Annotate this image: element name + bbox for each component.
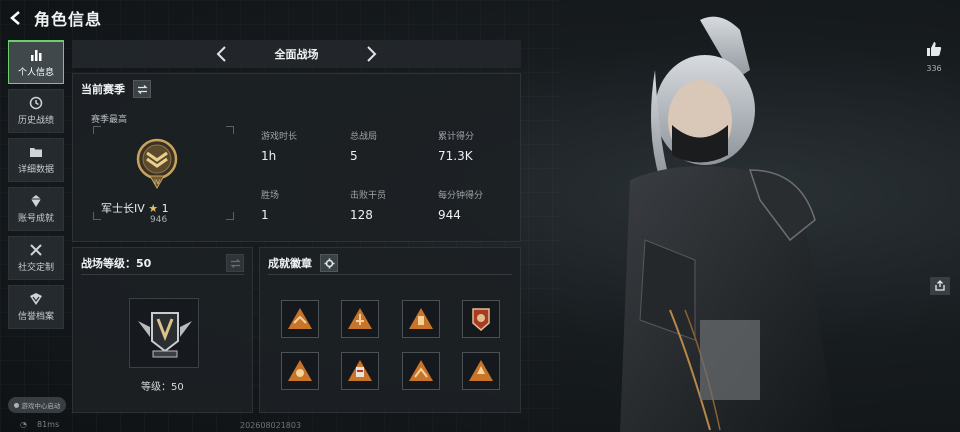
badge-7-icon — [409, 360, 433, 381]
tools-icon — [30, 244, 42, 256]
svg-text:IV: IV — [154, 179, 161, 186]
season-title: 当前赛季 — [81, 83, 125, 96]
sidebar-item-details[interactable]: 详细数据 — [8, 138, 64, 182]
character-portrait — [620, 16, 835, 432]
badge-4-icon — [472, 308, 490, 331]
share-icon — [935, 280, 945, 291]
gear-icon — [324, 258, 334, 268]
achievement-badge[interactable] — [281, 300, 319, 338]
reputation-icon — [30, 293, 42, 305]
achievement-badge[interactable] — [341, 352, 379, 390]
rank-points: 946 — [150, 215, 168, 225]
wifi-icon: ◔ — [20, 420, 27, 429]
level-switch-button[interactable] — [226, 254, 244, 272]
rank-emblem-icon: IV — [136, 138, 178, 189]
level-emblem-icon — [138, 312, 192, 358]
rank-stars: 1 — [161, 202, 169, 215]
achievements-panel: 成就徽章 — [259, 247, 521, 413]
level-title: 战场等级：50 — [81, 257, 152, 270]
sidebar-item-label: 详细数据 — [17, 165, 54, 175]
sidebar-item-label: 社交定制 — [17, 263, 54, 273]
swap-icon — [136, 84, 148, 94]
achievement-badge[interactable] — [281, 352, 319, 390]
achievements-title: 成就徽章 — [268, 257, 312, 270]
badge-2-icon — [348, 308, 372, 329]
thumbs-up-icon — [927, 42, 942, 56]
sidebar-item-reputation[interactable]: 信誉档案 — [8, 285, 64, 329]
game-center-label: 游戏中心启动 — [21, 402, 61, 410]
achievements-settings-button[interactable] — [320, 254, 338, 272]
achievement-badge[interactable] — [462, 300, 500, 338]
badge-6-icon — [348, 360, 372, 381]
mode-label: 全面战场 — [274, 48, 319, 61]
swap-icon — [229, 258, 241, 268]
history-icon — [29, 96, 43, 110]
badge-5-icon — [288, 360, 312, 381]
season-panel: 当前赛季 赛季最高 IV 军士长IV ★ 1 946 游戏时长 1h 总战局 5… — [72, 73, 521, 242]
level-panel: 战场等级：50 等级：50 — [72, 247, 253, 413]
game-center-icon: ● — [13, 401, 20, 409]
stat-total-score: 累计得分 71.3K — [438, 132, 475, 163]
sidebar-item-label: 个人信息 — [17, 67, 54, 78]
sidebar: 个人信息 历史战绩 详细数据 账号成就 社交定制 信誉档案 — [8, 40, 64, 334]
sidebar-item-achievements[interactable]: 账号成就 — [8, 187, 64, 231]
achievement-badge[interactable] — [341, 300, 379, 338]
status-bar: ◔ 81ms — [20, 420, 59, 429]
page-header: 角色信息 — [8, 6, 102, 30]
ping-value: 81ms — [36, 420, 60, 429]
share-button[interactable] — [930, 277, 950, 295]
achievement-badge[interactable] — [402, 352, 440, 390]
bar-chart-icon — [31, 49, 42, 61]
like-count: 336 — [926, 64, 942, 73]
sidebar-item-label: 信誉档案 — [17, 312, 54, 322]
user-id: 202608021803 — [240, 421, 302, 430]
stat-score-per-minute: 每分钟得分 944 — [438, 191, 484, 222]
page-title: 角色信息 — [34, 10, 103, 29]
stat-playtime: 游戏时长 1h — [261, 132, 298, 163]
badge-1-icon — [288, 308, 312, 329]
level-emblem-frame — [129, 298, 199, 368]
chevron-left-icon[interactable] — [212, 44, 232, 64]
like-button[interactable]: 336 — [922, 40, 946, 73]
sidebar-item-profile[interactable]: 个人信息 — [8, 40, 64, 84]
sidebar-item-social[interactable]: 社交定制 — [8, 236, 64, 280]
sidebar-item-history[interactable]: 历史战绩 — [8, 89, 64, 133]
season-switch-button[interactable] — [133, 80, 151, 98]
achievement-badge[interactable] — [462, 352, 500, 390]
chevron-right-icon[interactable] — [361, 44, 381, 64]
sidebar-item-label: 账号成就 — [17, 214, 54, 224]
badge-8-icon — [469, 360, 493, 381]
rank-name: 军士长IV — [101, 202, 145, 215]
rank-name-row: 军士长IV ★ 1 — [101, 200, 251, 216]
divider — [81, 274, 244, 275]
sidebar-item-label: 历史战绩 — [17, 116, 54, 126]
season-best-label: 赛季最高 — [91, 115, 128, 125]
stat-wins: 胜场 1 — [261, 191, 280, 222]
folder-icon — [30, 148, 42, 157]
star-icon: ★ — [148, 202, 159, 215]
back-arrow-icon[interactable] — [8, 10, 24, 26]
game-center-button[interactable]: ● 游戏中心启动 — [8, 397, 66, 413]
achievement-badge[interactable] — [402, 300, 440, 338]
achievement-icon — [31, 195, 41, 207]
badge-3-icon — [409, 308, 433, 329]
divider — [268, 274, 512, 275]
mode-selector: 全面战场 — [72, 40, 521, 68]
stat-total-matches: 总战局 5 — [350, 132, 378, 163]
stat-kills: 击败干员 128 — [350, 191, 387, 222]
level-text: 等级：50 — [141, 382, 184, 393]
